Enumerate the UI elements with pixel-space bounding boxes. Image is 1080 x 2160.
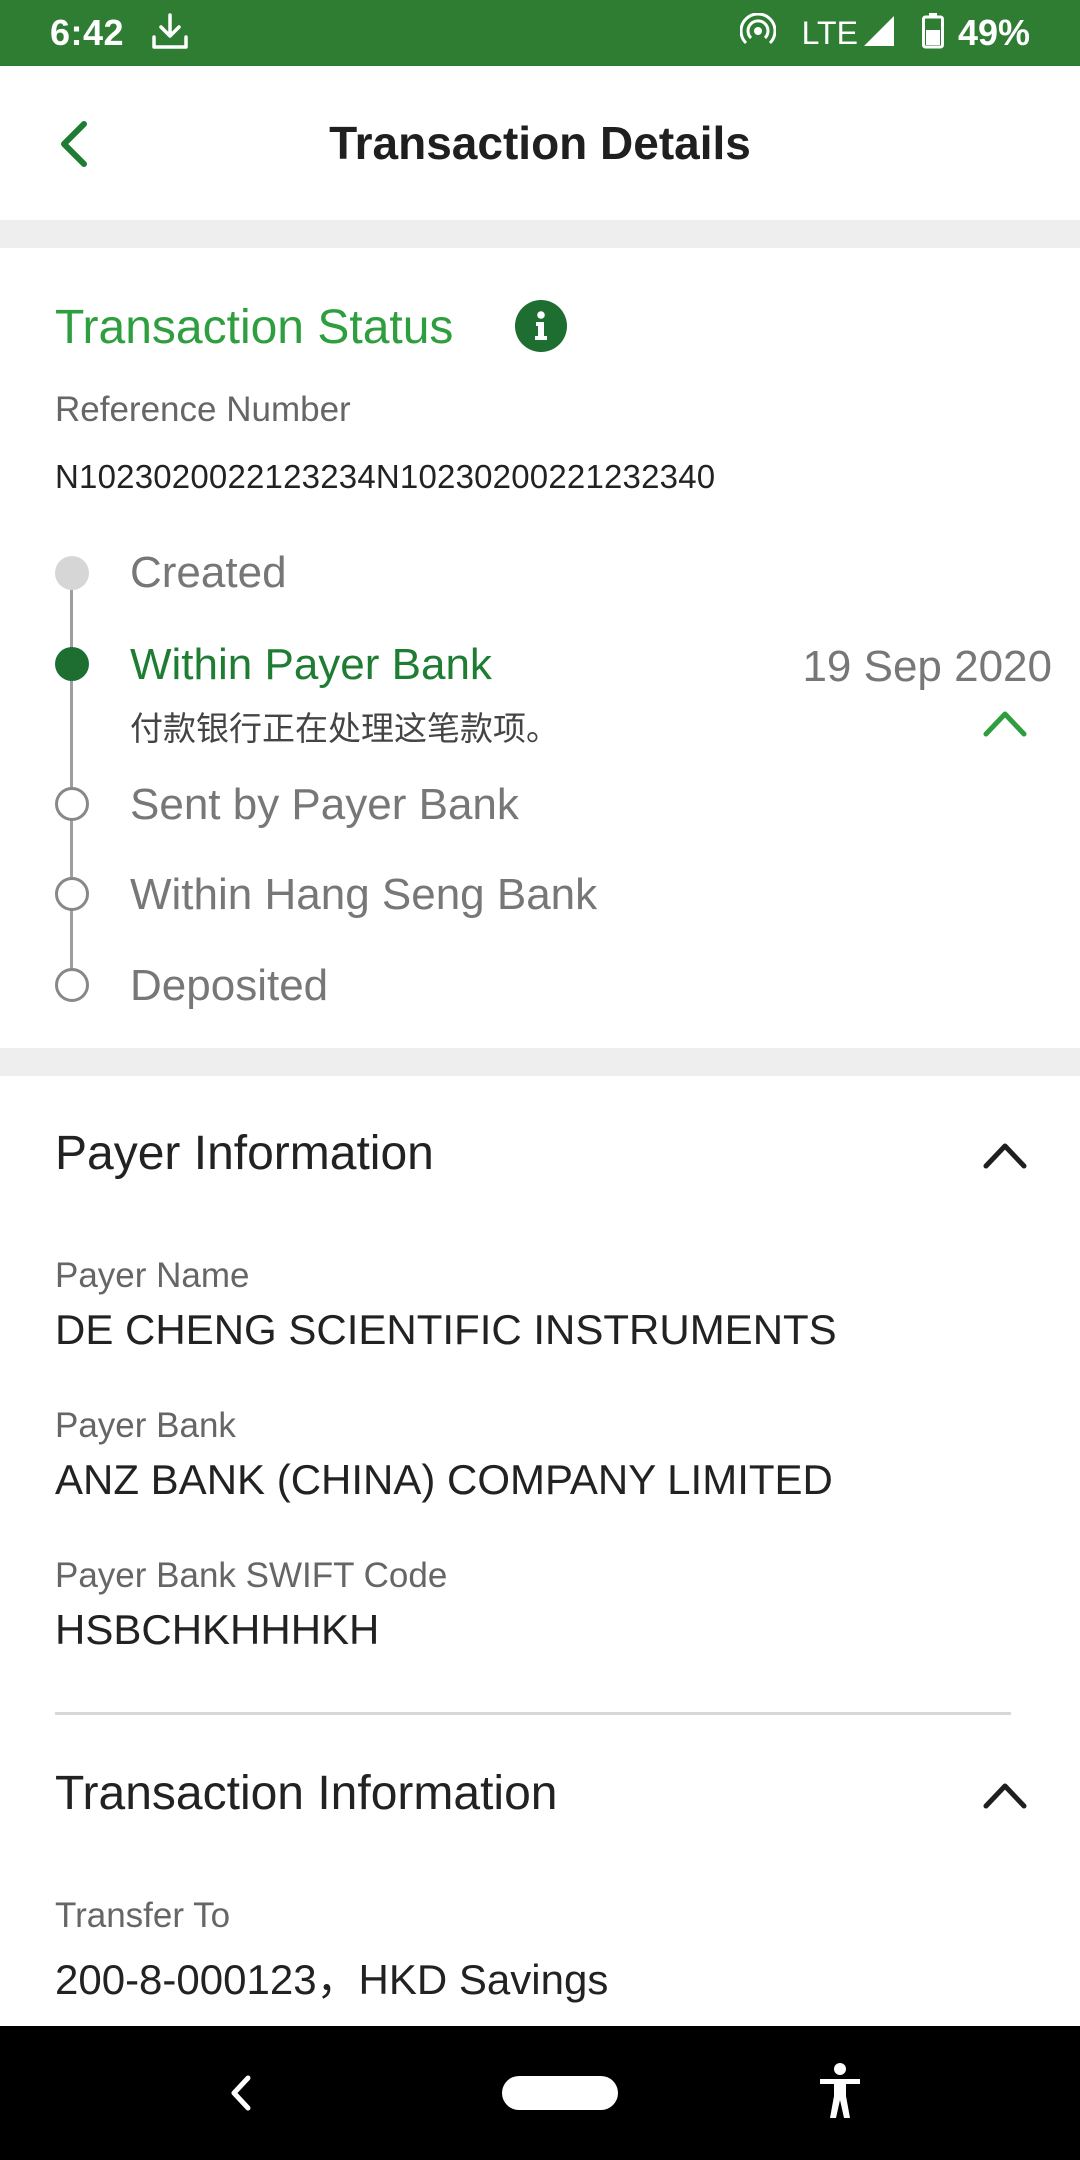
- payer-bank-swift-value: HSBCHKHHHKH: [55, 1606, 380, 1653]
- step-note: 付款银行正在处理这笔款项。: [130, 710, 559, 747]
- timeline-dot-within-hang-seng-bank: [55, 877, 89, 911]
- payer-bank-label: Payer Bank: [55, 1406, 236, 1445]
- chevron-up-icon: [983, 711, 1027, 737]
- hotspot-icon: [739, 11, 777, 54]
- step-sent-by-payer-bank: Sent by Payer Bank: [130, 780, 519, 829]
- timeline-dot-deposited: [55, 968, 89, 1002]
- payer-bank-swift-label: Payer Bank SWIFT Code: [55, 1556, 448, 1595]
- app-bar: Transaction Details: [0, 66, 1080, 220]
- status-right: LTE 49%: [739, 11, 1030, 54]
- payer-name-value: DE CHENG SCIENTIFIC INSTRUMENTS: [55, 1306, 837, 1353]
- timeline-dot-within-payer-bank: [55, 647, 89, 681]
- collapse-payer-information-button[interactable]: [980, 1134, 1030, 1174]
- transfer-to-value: 200-8-000123，HKD Savings: [55, 1956, 609, 2003]
- payer-information-section: Payer Information Payer Name DE CHENG SC…: [0, 1076, 1080, 2026]
- timeline-line: [70, 574, 73, 980]
- chevron-left-icon: [61, 121, 87, 167]
- step-within-payer-bank: Within Payer Bank: [130, 640, 492, 689]
- transaction-status-card: Transaction Status Reference Number N102…: [0, 248, 1080, 1048]
- battery-icon: [921, 12, 944, 54]
- timeline-dot-created: [55, 556, 89, 590]
- chevron-up-icon: [983, 1783, 1027, 1809]
- reference-number-value: N102302002212323­4N10230200221232340: [55, 458, 716, 495]
- collapse-transaction-information-button[interactable]: [980, 1774, 1030, 1814]
- nav-home-button[interactable]: [502, 2076, 618, 2110]
- section-gap: [0, 220, 1080, 248]
- nav-back-icon: [231, 2075, 251, 2111]
- reference-number-label: Reference Number: [55, 390, 351, 429]
- payer-information-title: Payer Information: [55, 1127, 434, 1180]
- step-created: Created: [130, 548, 287, 597]
- transaction-status-heading: Transaction Status: [55, 301, 454, 354]
- status-bar: 6:42 LTE 49%: [0, 0, 1080, 66]
- section-gap: [0, 1048, 1080, 1076]
- accessibility-icon: [820, 2063, 860, 2118]
- collapse-step-button[interactable]: [980, 702, 1030, 742]
- status-left: 6:42: [50, 11, 190, 56]
- info-glyph: [535, 311, 547, 340]
- transfer-to-label: Transfer To: [55, 1896, 231, 1935]
- accessibility-button[interactable]: [816, 2062, 864, 2122]
- step-date: 19 Sep 2020: [802, 642, 1052, 691]
- battery-percent: 49%: [957, 12, 1030, 53]
- navigation-bar: [0, 2026, 1080, 2160]
- back-button[interactable]: [36, 106, 112, 182]
- step-deposited: Deposited: [130, 961, 329, 1010]
- payer-bank-value: ANZ BANK (CHINA) COMPANY LIMITED: [55, 1456, 833, 1503]
- info-icon[interactable]: [515, 300, 567, 352]
- transaction-information-title: Transaction Information: [55, 1767, 558, 1820]
- download-icon: [150, 11, 190, 56]
- network-type: LTE: [801, 14, 858, 51]
- signal-icon: [862, 14, 896, 53]
- payer-name-label: Payer Name: [55, 1256, 250, 1295]
- section-divider: [55, 1712, 1011, 1715]
- nav-back-button[interactable]: [220, 2070, 260, 2116]
- page-title: Transaction Details: [329, 117, 751, 169]
- timeline-dot-sent-by-payer-bank: [55, 787, 89, 821]
- chevron-up-icon: [983, 1143, 1027, 1169]
- status-time: 6:42: [50, 12, 125, 53]
- step-within-hang-seng-bank: Within Hang Seng Bank: [130, 870, 598, 919]
